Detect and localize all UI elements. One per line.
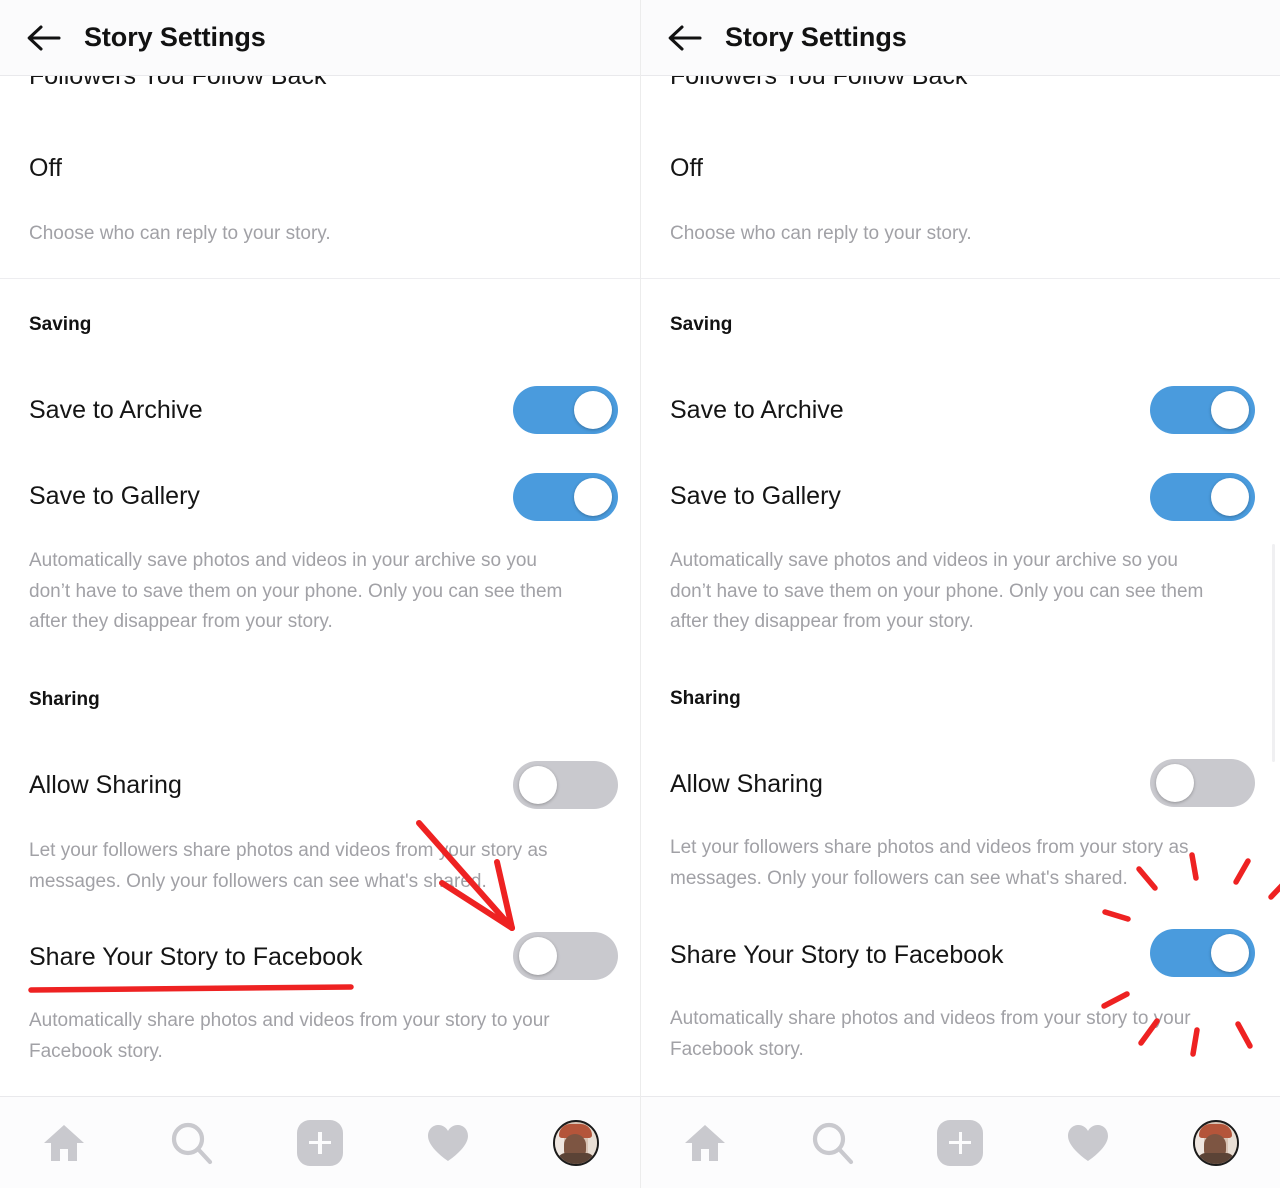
nav-activity[interactable] xyxy=(384,1097,512,1188)
toggle-knob xyxy=(1211,478,1249,516)
home-icon xyxy=(682,1121,728,1165)
save-to-archive-toggle[interactable] xyxy=(513,386,618,434)
nav-home[interactable] xyxy=(0,1097,128,1188)
save-to-gallery-toggle[interactable] xyxy=(1150,473,1255,521)
profile-avatar xyxy=(553,1119,599,1166)
back-arrow-icon xyxy=(667,23,703,53)
share-story-to-facebook-toggle[interactable] xyxy=(1150,929,1255,977)
nav-activity[interactable] xyxy=(1024,1097,1152,1188)
heart-icon xyxy=(425,1122,471,1164)
allow-sharing-description: Let your followers share photos and vide… xyxy=(29,840,548,892)
allow-sharing-toggle[interactable] xyxy=(513,761,618,809)
toggle-knob xyxy=(519,937,557,975)
back-arrow-icon xyxy=(26,23,62,53)
allow-sharing-toggle[interactable] xyxy=(1150,759,1255,807)
followers-you-follow-back-row[interactable]: Followers You Follow Back xyxy=(641,76,1280,112)
allow-sharing-label: Allow Sharing xyxy=(29,771,182,799)
nav-search[interactable] xyxy=(128,1097,256,1188)
nav-profile[interactable] xyxy=(512,1097,640,1188)
saving-section-heading: Saving xyxy=(29,314,92,335)
save-to-gallery-label: Save to Gallery xyxy=(670,482,841,510)
back-button[interactable] xyxy=(16,10,72,66)
reply-setting-hint: Choose who can reply to your story. xyxy=(29,223,331,244)
settings-scroll-area[interactable]: Followers You Follow Back Off Choose who… xyxy=(641,76,1280,1096)
back-button[interactable] xyxy=(657,10,713,66)
share-story-to-facebook-label: Share Your Story to Facebook xyxy=(29,943,363,971)
followers-you-follow-back-label: Followers You Follow Back xyxy=(29,76,327,90)
search-icon xyxy=(169,1120,215,1166)
add-post-icon xyxy=(937,1119,984,1166)
section-divider xyxy=(641,278,1280,279)
toggle-knob xyxy=(1211,391,1249,429)
saving-section-heading: Saving xyxy=(670,314,733,335)
settings-scroll-area[interactable]: Followers You Follow Back Off Choose who… xyxy=(0,76,640,1096)
nav-new-post[interactable] xyxy=(897,1097,1025,1188)
toggle-knob xyxy=(519,766,557,804)
share-story-to-facebook-description: Automatically share photos and videos fr… xyxy=(670,1008,1191,1060)
save-to-archive-label: Save to Archive xyxy=(670,396,844,424)
toggle-knob xyxy=(574,391,612,429)
screenshot-stage: Story Settings Followers You Follow Back… xyxy=(0,0,1280,1188)
share-story-to-facebook-toggle[interactable] xyxy=(513,932,618,980)
bottom-navigation-bar xyxy=(641,1096,1280,1188)
toggle-knob xyxy=(574,478,612,516)
app-header: Story Settings xyxy=(641,0,1280,76)
saving-description: Automatically save photos and videos in … xyxy=(670,550,1204,632)
panel-before: Story Settings Followers You Follow Back… xyxy=(0,0,640,1188)
reply-setting-hint: Choose who can reply to your story. xyxy=(670,223,972,244)
save-to-gallery-toggle[interactable] xyxy=(513,473,618,521)
heart-icon xyxy=(1065,1122,1111,1164)
section-divider xyxy=(0,278,640,279)
save-to-archive-label: Save to Archive xyxy=(29,396,203,424)
page-title: Story Settings xyxy=(84,22,266,52)
followers-you-follow-back-row[interactable]: Followers You Follow Back xyxy=(0,76,640,112)
share-story-to-facebook-label: Share Your Story to Facebook xyxy=(670,941,1004,969)
search-icon xyxy=(810,1120,856,1166)
toggle-knob xyxy=(1211,934,1249,972)
reply-setting-value[interactable]: Off xyxy=(670,154,703,183)
scrollbar-indicator[interactable] xyxy=(1272,544,1275,762)
allow-sharing-label: Allow Sharing xyxy=(670,770,823,798)
reply-setting-value[interactable]: Off xyxy=(29,154,62,183)
app-header: Story Settings xyxy=(0,0,640,76)
share-story-to-facebook-description: Automatically share photos and videos fr… xyxy=(29,1010,550,1062)
save-to-gallery-label: Save to Gallery xyxy=(29,482,200,510)
nav-profile[interactable] xyxy=(1152,1097,1280,1188)
nav-search[interactable] xyxy=(769,1097,897,1188)
saving-description: Automatically save photos and videos in … xyxy=(29,550,563,632)
followers-you-follow-back-label: Followers You Follow Back xyxy=(670,76,968,90)
save-to-archive-toggle[interactable] xyxy=(1150,386,1255,434)
bottom-navigation-bar xyxy=(0,1096,640,1188)
sharing-section-heading: Sharing xyxy=(670,688,741,709)
panel-after: Story Settings Followers You Follow Back… xyxy=(640,0,1280,1188)
sharing-section-heading: Sharing xyxy=(29,689,100,710)
add-post-icon xyxy=(297,1119,343,1166)
nav-new-post[interactable] xyxy=(256,1097,384,1188)
page-title: Story Settings xyxy=(725,22,907,52)
allow-sharing-description: Let your followers share photos and vide… xyxy=(670,837,1189,889)
toggle-knob xyxy=(1156,764,1194,802)
home-icon xyxy=(41,1121,87,1165)
nav-home[interactable] xyxy=(641,1097,769,1188)
profile-avatar xyxy=(1193,1119,1240,1166)
